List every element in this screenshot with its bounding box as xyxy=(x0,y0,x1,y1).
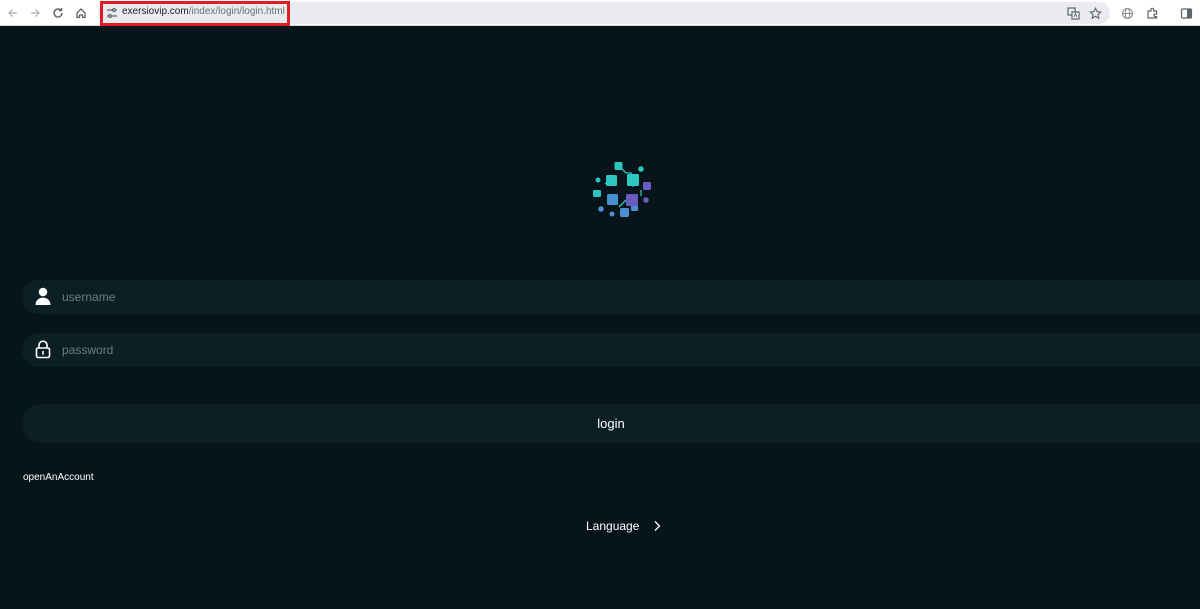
url-highlight-annotation xyxy=(100,1,290,26)
home-icon[interactable] xyxy=(72,4,90,22)
puzzle-icon[interactable] xyxy=(1143,4,1161,22)
username-input[interactable] xyxy=(62,280,1182,314)
star-icon[interactable] xyxy=(1086,4,1104,22)
reload-icon[interactable] xyxy=(49,4,67,22)
open-account-link[interactable]: openAnAccount xyxy=(23,472,94,483)
browser-toolbar: exersiovip.com/index/login/login.html xyxy=(0,0,1200,26)
language-label: Language xyxy=(586,519,640,533)
brand-logo xyxy=(590,158,656,222)
username-field xyxy=(22,280,1200,314)
password-field xyxy=(22,333,1200,367)
user-icon xyxy=(34,286,52,306)
globe-icon[interactable] xyxy=(1118,4,1136,22)
login-button[interactable]: login xyxy=(22,404,1200,443)
arrow-right-icon[interactable] xyxy=(26,4,44,22)
password-input[interactable] xyxy=(62,333,1182,367)
arrow-left-icon[interactable] xyxy=(4,4,22,22)
side-panel-icon[interactable] xyxy=(1177,4,1195,22)
chevron-right-icon xyxy=(653,520,661,532)
translate-icon[interactable] xyxy=(1064,4,1082,22)
language-selector[interactable]: Language xyxy=(586,518,661,534)
lock-icon xyxy=(34,339,52,359)
